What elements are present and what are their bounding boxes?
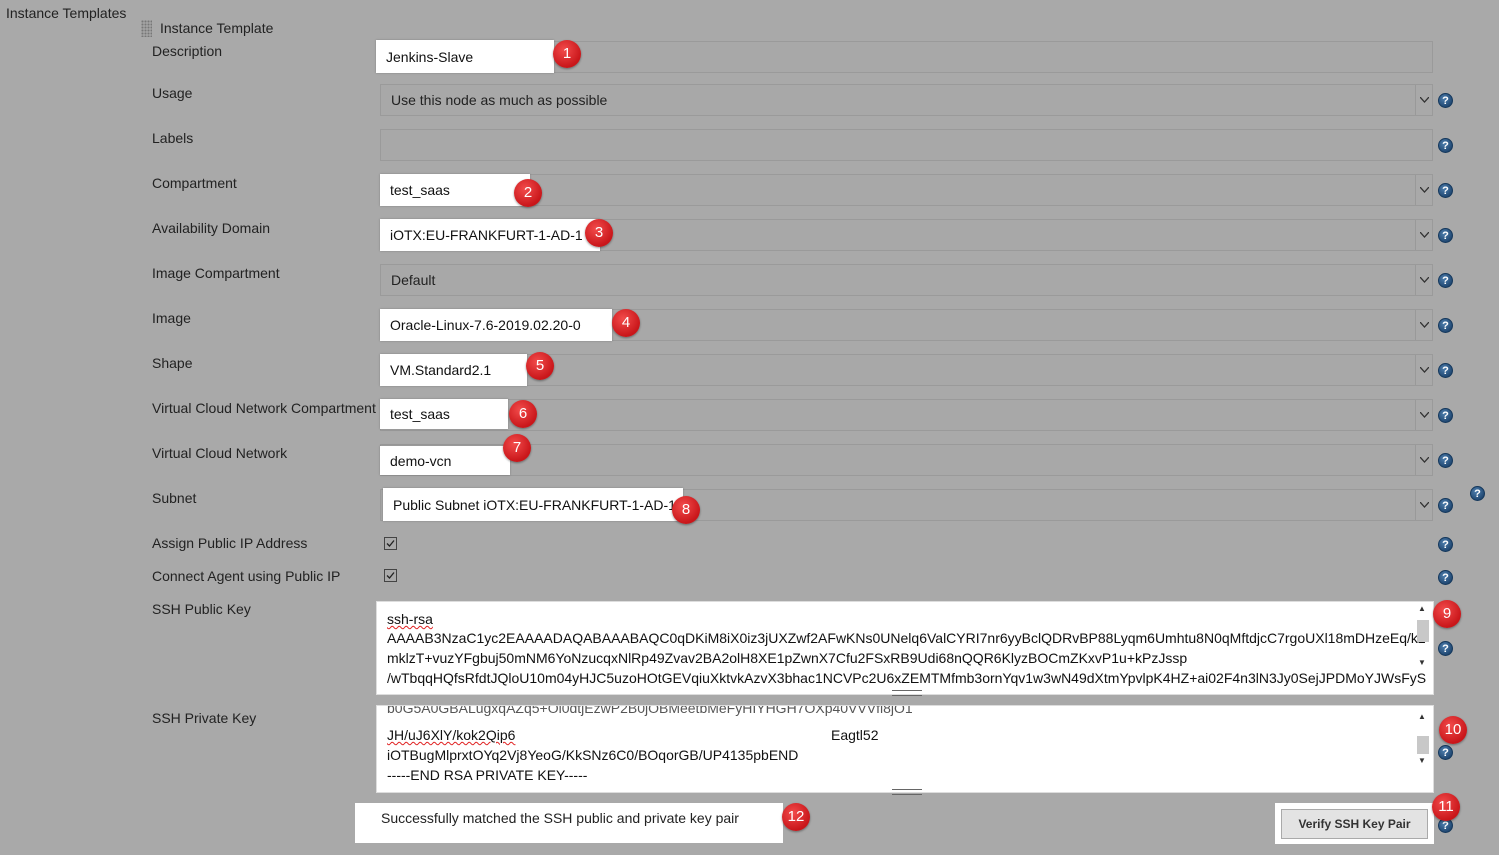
chevron-down-icon — [1415, 355, 1432, 385]
help-icon[interactable]: ? — [1438, 138, 1453, 153]
ssh-public-key-line: AAAAB3NzaC1yc2EAAAADAQABAAABAQC0qDKiM8iX… — [387, 630, 1426, 646]
help-icon[interactable]: ? — [1438, 93, 1453, 108]
callout-badge: 12 — [782, 803, 810, 831]
assign-public-ip-checkbox[interactable] — [384, 537, 397, 550]
vcn-label: Virtual Cloud Network — [152, 445, 288, 461]
availability-domain-label: Availability Domain — [152, 220, 271, 236]
ssh-private-key-textarea[interactable]: b0G5A0GBALugxqAZq5+Ol0dtjEzwP2B0jOBMeetb… — [376, 705, 1434, 793]
vcn-compartment-select[interactable] — [380, 399, 1433, 431]
callout-badge: 2 — [514, 179, 542, 207]
drag-handle-icon[interactable] — [141, 20, 152, 37]
ssh-public-key-scrollbar[interactable]: ▲ ▼ — [1416, 604, 1429, 674]
shape-label: Shape — [152, 355, 193, 371]
description-label: Description — [152, 43, 223, 59]
help-icon[interactable]: ? — [1438, 273, 1453, 288]
resize-handle-icon[interactable] — [892, 789, 922, 795]
image-compartment-label: Image Compartment — [152, 265, 280, 281]
chevron-down-icon — [1415, 220, 1432, 250]
image-value: Oracle-Linux-7.6-2019.02.20-0 — [380, 309, 612, 341]
ssh-private-key-line: -----END RSA PRIVATE KEY----- — [387, 767, 588, 783]
ssh-private-key-line: Eagtl52 — [831, 727, 879, 743]
description-value: Jenkins-Slave — [376, 40, 554, 73]
connect-public-ip-checkbox[interactable] — [384, 569, 397, 582]
help-icon[interactable]: ? — [1438, 498, 1453, 513]
vcn-compartment-value: test_saas — [380, 399, 508, 429]
help-icon[interactable]: ? — [1470, 486, 1485, 501]
help-icon[interactable]: ? — [1438, 408, 1453, 423]
check-icon — [386, 540, 395, 547]
scroll-down-icon[interactable]: ▼ — [1418, 658, 1426, 667]
check-icon — [386, 572, 395, 579]
help-icon[interactable]: ? — [1438, 641, 1453, 656]
chevron-down-icon — [1415, 85, 1432, 115]
vcn-select[interactable] — [380, 444, 1433, 476]
scroll-thumb[interactable] — [1417, 736, 1429, 754]
callout-badge: 1 — [553, 40, 581, 68]
vcn-compartment-label: Virtual Cloud Network Compartment — [152, 400, 376, 416]
ssh-private-key-line: iOTBugMlprxtOYq2Vj8YeoG/KkSNz6C0/BOqorGB… — [387, 747, 799, 763]
ssh-private-key-scrollbar[interactable]: ▲ ▼ — [1416, 708, 1429, 772]
vcn-value: demo-vcn — [380, 446, 510, 475]
labels-label: Labels — [152, 130, 194, 146]
image-compartment-select[interactable]: Default — [380, 264, 1433, 296]
ssh-private-key-label: SSH Private Key — [152, 710, 257, 726]
help-icon[interactable]: ? — [1438, 537, 1453, 552]
chevron-down-icon — [1415, 490, 1432, 520]
usage-value: Use this node as much as possible — [391, 92, 608, 108]
labels-input[interactable] — [380, 129, 1433, 161]
ssh-private-key-line: JH/uJ6XlY/kok2Qip6 — [387, 727, 516, 743]
template-title: Instance Template — [160, 20, 274, 36]
compartment-value: test_saas — [380, 174, 530, 206]
connect-public-ip-label: Connect Agent using Public IP — [152, 568, 341, 584]
scroll-thumb[interactable] — [1417, 620, 1429, 642]
section-title: Instance Templates — [6, 5, 127, 21]
callout-badge: 3 — [585, 219, 613, 247]
subnet-label: Subnet — [152, 490, 197, 506]
resize-handle-icon[interactable] — [892, 690, 922, 696]
chevron-down-icon — [1415, 175, 1432, 205]
compartment-value-text: test_saas — [390, 182, 450, 198]
help-icon[interactable]: ? — [1438, 228, 1453, 243]
callout-badge: 5 — [526, 352, 554, 380]
scroll-up-icon[interactable]: ▲ — [1418, 604, 1426, 613]
callout-badge: 9 — [1433, 600, 1461, 628]
availability-domain-value: iOTX:EU-FRANKFURT-1-AD-1 — [380, 219, 600, 251]
chevron-down-icon — [1415, 265, 1432, 295]
help-icon[interactable]: ? — [1438, 570, 1453, 585]
image-compartment-value: Default — [391, 272, 436, 288]
ssh-private-key-line: b0G5A0GBALugxqAZq5+Ol0dtjEzwP2B0jOBMeetb… — [387, 705, 913, 716]
chevron-down-icon — [1415, 445, 1432, 475]
callout-badge: 10 — [1439, 716, 1467, 744]
image-label: Image — [152, 310, 191, 326]
help-icon[interactable]: ? — [1438, 745, 1453, 760]
callout-badge: 6 — [509, 400, 537, 428]
shape-value: VM.Standard2.1 — [380, 354, 527, 386]
callout-badge: 4 — [612, 309, 640, 337]
callout-badge: 11 — [1432, 793, 1460, 821]
compartment-label: Compartment — [152, 175, 237, 191]
chevron-down-icon — [1415, 400, 1432, 430]
callout-badge: 7 — [503, 434, 531, 462]
ssh-public-key-line: ssh-rsa — [387, 611, 433, 627]
usage-select[interactable]: Use this node as much as possible — [380, 84, 1433, 116]
ssh-public-key-label: SSH Public Key — [152, 601, 251, 617]
help-icon[interactable]: ? — [1438, 183, 1453, 198]
help-icon[interactable]: ? — [1438, 363, 1453, 378]
ssh-public-key-line: /wTbqqHQfsRfdtJQloU10m04yHJC5uzoHOtGEVqi… — [387, 670, 1427, 686]
status-message: Successfully matched the SSH public and … — [355, 803, 783, 843]
scroll-up-icon[interactable]: ▲ — [1418, 712, 1426, 721]
subnet-value: Public Subnet iOTX:EU-FRANKFURT-1-AD-1 — [383, 488, 683, 521]
usage-label: Usage — [152, 85, 193, 101]
scroll-down-icon[interactable]: ▼ — [1418, 756, 1426, 765]
verify-ssh-key-pair-button[interactable]: Verify SSH Key Pair — [1281, 809, 1428, 839]
help-icon[interactable]: ? — [1438, 453, 1453, 468]
assign-public-ip-label: Assign Public IP Address — [152, 535, 308, 551]
verify-button-frame: Verify SSH Key Pair — [1275, 803, 1434, 844]
chevron-down-icon — [1415, 310, 1432, 340]
ssh-public-key-line: mklzT+vuzYFgbuj50mNM6YoNzucqxNlRp49Zvav2… — [387, 650, 1188, 666]
help-icon[interactable]: ? — [1438, 318, 1453, 333]
ssh-public-key-textarea[interactable]: ssh-rsa AAAAB3NzaC1yc2EAAAADAQABAAABAQC0… — [376, 601, 1434, 695]
callout-badge: 8 — [672, 496, 700, 524]
